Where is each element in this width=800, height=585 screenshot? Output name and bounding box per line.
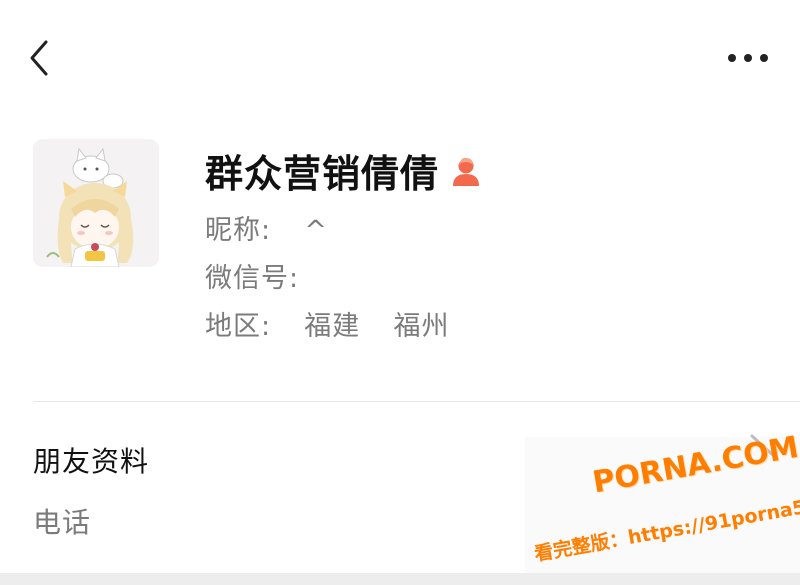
wechat-id-label: 微信号: bbox=[205, 263, 300, 294]
phone-item[interactable]: 电话 bbox=[33, 501, 91, 541]
nickname-line: 昵称: ^ bbox=[205, 208, 328, 247]
section-divider bbox=[33, 401, 800, 402]
region-city: 福州 bbox=[393, 311, 450, 342]
profile-name: 群众营销倩倩 bbox=[205, 151, 440, 196]
back-button[interactable] bbox=[22, 36, 62, 80]
nickname-value: ^ bbox=[304, 215, 328, 246]
more-options-button[interactable] bbox=[724, 40, 772, 76]
friend-info-item[interactable]: 朋友资料 bbox=[33, 440, 149, 480]
region-province: 福建 bbox=[304, 311, 361, 342]
region-line: 地区: 福建 福州 bbox=[205, 304, 449, 343]
nickname-label: 昵称: bbox=[205, 215, 272, 246]
profile-name-row: 群众营销倩倩 bbox=[205, 142, 483, 198]
chevron-left-icon bbox=[30, 40, 48, 76]
region-label: 地区: bbox=[205, 311, 272, 342]
avatar[interactable] bbox=[33, 139, 159, 267]
wechat-id-line: 微信号: bbox=[205, 256, 323, 295]
female-person-icon bbox=[449, 155, 483, 189]
bottom-strip bbox=[0, 573, 800, 585]
more-dots-icon bbox=[728, 54, 768, 62]
avatar-image bbox=[33, 139, 159, 267]
